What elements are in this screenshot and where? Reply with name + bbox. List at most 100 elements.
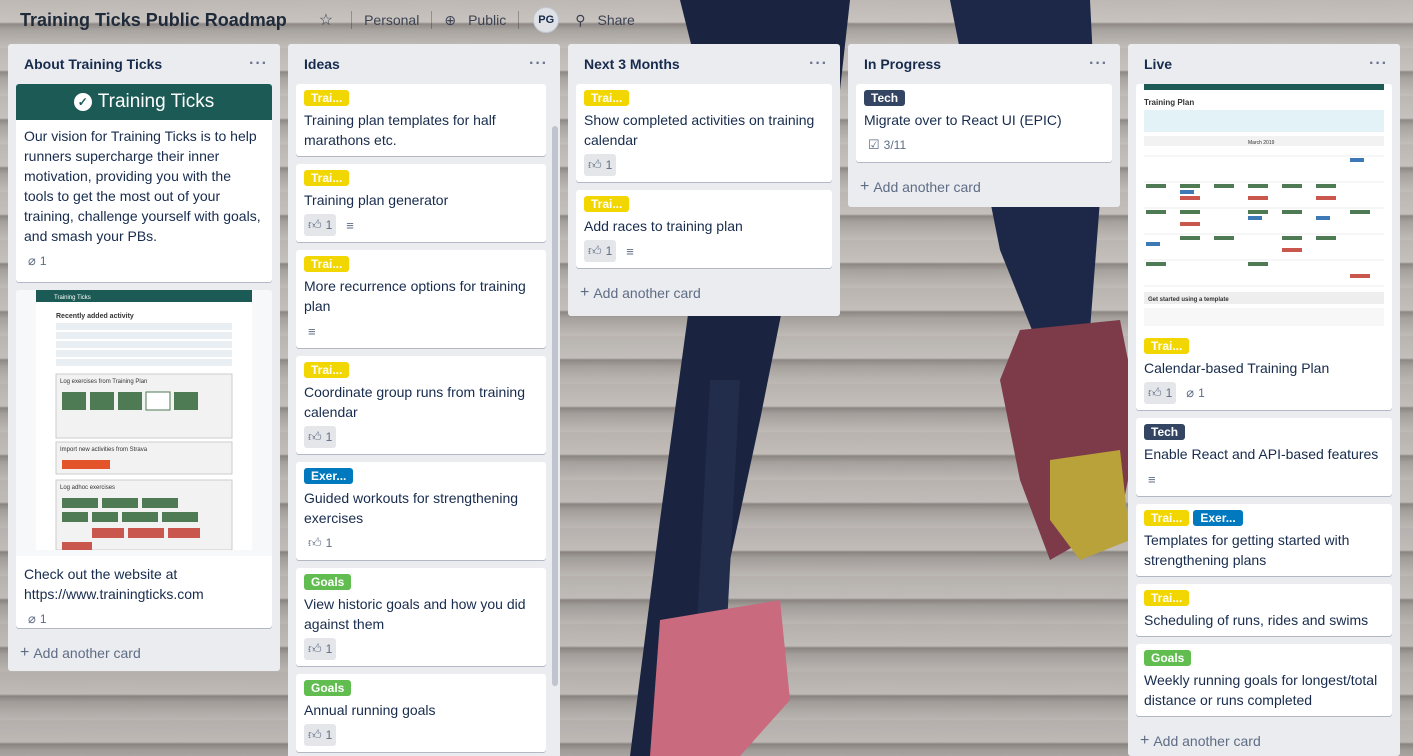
card-title: More recurrence options for training pla… — [304, 278, 526, 314]
board-title[interactable]: Training Ticks Public Roadmap — [20, 10, 287, 31]
list-title[interactable]: Next 3 Months — [584, 56, 680, 72]
vote-count: 1 — [325, 430, 333, 444]
thumbs-up-icon: 👍︎ — [308, 641, 322, 656]
list-card[interactable]: Trai... Training plan generator 👍︎ 1 ≡ — [296, 164, 546, 242]
thumb-brand: Training Ticks — [54, 295, 91, 301]
card-title: Scheduling of runs, rides and swims — [1144, 612, 1369, 628]
attachment-count: 1 — [39, 612, 47, 626]
vote-count: 1 — [605, 158, 613, 172]
checklist-icon: ☑ — [868, 137, 880, 152]
list-card[interactable]: Trai... Training plan templates for half… — [296, 84, 546, 156]
description-badge: ≡ — [1144, 468, 1160, 490]
card-title: Templates for getting started with stren… — [1144, 532, 1350, 568]
list-title[interactable]: Ideas — [304, 56, 340, 72]
list-card[interactable]: Training Ticks Recently added activity L… — [16, 290, 272, 628]
list-card[interactable]: Goals View historic goals and how you di… — [296, 568, 546, 666]
add-card-button[interactable]: + Add another card — [1136, 724, 1392, 756]
star-icon[interactable]: ☆ — [319, 10, 333, 30]
card-badges: 👍︎ 1 ⌀ 1 — [1144, 382, 1384, 404]
website-screenshot: Training Ticks Recently added activity L… — [36, 290, 252, 551]
list-header: In Progress ··· — [856, 44, 1112, 84]
list-scrollbar[interactable] — [552, 126, 558, 686]
vote-badge[interactable]: 👍︎ 1 — [304, 214, 337, 236]
paperclip-icon: ⌀ — [28, 611, 36, 626]
thumbs-up-icon: 👍︎ — [308, 535, 322, 550]
vote-badge[interactable]: 👍︎ 1 — [584, 154, 617, 176]
card-badges: 👍︎ 1 ≡ — [304, 214, 538, 236]
vote-badge[interactable]: 👍︎ 1 — [304, 532, 336, 554]
board-lists: About Training Ticks ··· ✓ Training Tick… — [8, 44, 1400, 756]
visibility-button[interactable]: ⊕ Public — [444, 12, 506, 29]
attachment-badge: ⌀ 1 — [1182, 382, 1209, 404]
list-card[interactable]: Training Plan March 2019 Get started usi… — [1136, 84, 1392, 410]
list-card[interactable]: Exer... Guided workouts for strengthenin… — [296, 462, 546, 560]
more-icon[interactable]: ··· — [529, 55, 548, 73]
card-badges: 👍︎ 1 ≡ — [584, 240, 824, 262]
label-training: Trai... — [1144, 590, 1190, 606]
more-icon[interactable]: ··· — [249, 55, 268, 73]
share-button[interactable]: ⚲ Share — [575, 12, 635, 29]
card-title: Show completed activities on training ca… — [584, 112, 815, 148]
card-title: View historic goals and how you did agai… — [304, 596, 526, 632]
checklist-count: 3/11 — [883, 138, 907, 152]
plus-icon: + — [580, 284, 590, 301]
thumb-log-adhoc: Log adhoc exercises — [60, 485, 115, 491]
vote-badge[interactable]: 👍︎ 1 — [1144, 382, 1177, 404]
list-header: Live ··· — [1136, 44, 1392, 84]
list-card[interactable]: Trai... Exer... Templates for getting st… — [1136, 504, 1392, 576]
description-badge: ≡ — [622, 240, 638, 262]
card-title: Training plan generator — [304, 192, 449, 208]
card-title: Guided workouts for strengthening exerci… — [304, 490, 519, 526]
list-title[interactable]: Live — [1144, 56, 1172, 72]
label-goals: Goals — [304, 574, 352, 590]
add-card-button[interactable]: + Add another card — [856, 170, 1112, 204]
add-card-button[interactable]: + Add another card — [576, 276, 832, 310]
card-labels: Trai... Exer... — [1144, 510, 1384, 526]
label-training: Trai... — [1144, 510, 1190, 526]
list-card[interactable]: Tech Migrate over to React UI (EPIC) ☑ 3/… — [856, 84, 1112, 162]
list-card[interactable]: Trai... Show completed activities on tra… — [576, 84, 832, 182]
vote-badge[interactable]: 👍︎ 1 — [584, 240, 617, 262]
card-labels: Trai... — [304, 362, 538, 378]
list-title[interactable]: In Progress — [864, 56, 941, 72]
thumbs-up-icon: 👍︎ — [308, 429, 322, 444]
avatar[interactable]: PG — [533, 7, 560, 33]
card-labels: Trai... — [304, 256, 538, 272]
list-card[interactable]: Trai... Add races to training plan 👍︎ 1 ≡ — [576, 190, 832, 268]
description-icon: ≡ — [308, 323, 316, 339]
list-card[interactable]: ✓ Training Ticks Our vision for Training… — [16, 84, 272, 282]
more-icon[interactable]: ··· — [1369, 55, 1388, 73]
thumb-plan-title: Training Plan — [1144, 98, 1194, 107]
card-labels: Goals — [304, 680, 538, 696]
paperclip-icon: ⌀ — [1186, 385, 1195, 400]
personal-button[interactable]: Personal — [364, 12, 419, 28]
more-icon[interactable]: ··· — [809, 55, 828, 73]
label-training: Trai... — [1144, 338, 1190, 354]
card-badges: 👍︎ 1 — [304, 532, 538, 554]
plus-icon: + — [860, 178, 870, 195]
thumb-log-plan: Log exercises from Training Plan — [60, 379, 147, 385]
label-tech: Tech — [864, 90, 906, 106]
card-labels: Goals — [1144, 650, 1384, 666]
list-card[interactable]: Trai... More recurrence options for trai… — [296, 250, 546, 348]
description-icon: ≡ — [346, 217, 354, 233]
list-card[interactable]: Goals Weekly running goals for longest/t… — [1136, 644, 1392, 716]
list-card[interactable]: Tech Enable React and API-based features… — [1136, 418, 1392, 496]
list-header: Next 3 Months ··· — [576, 44, 832, 84]
label-goals: Goals — [1144, 650, 1192, 666]
card-labels: Tech — [1144, 424, 1384, 440]
thumbs-up-icon: 👍︎ — [1148, 385, 1162, 400]
vote-badge[interactable]: 👍︎ 1 — [304, 426, 337, 448]
thumb-template: Get started using a template — [1148, 297, 1229, 303]
vote-badge[interactable]: 👍︎ 1 — [304, 638, 337, 660]
card-labels: Trai... — [584, 196, 824, 212]
list-card[interactable]: Goals Annual running goals 👍︎ 1 — [296, 674, 546, 752]
personal-label: Personal — [364, 12, 420, 28]
list-card[interactable]: Trai... Scheduling of runs, rides and sw… — [1136, 584, 1392, 636]
add-card-button[interactable]: + Add another card — [16, 636, 272, 670]
more-icon[interactable]: ··· — [1089, 55, 1108, 73]
list-title[interactable]: About Training Ticks — [24, 56, 162, 72]
vote-badge[interactable]: 👍︎ 1 — [304, 724, 337, 746]
list-card[interactable]: Trai... Coordinate group runs from train… — [296, 356, 546, 454]
card-badges: 👍︎ 1 — [304, 426, 538, 448]
